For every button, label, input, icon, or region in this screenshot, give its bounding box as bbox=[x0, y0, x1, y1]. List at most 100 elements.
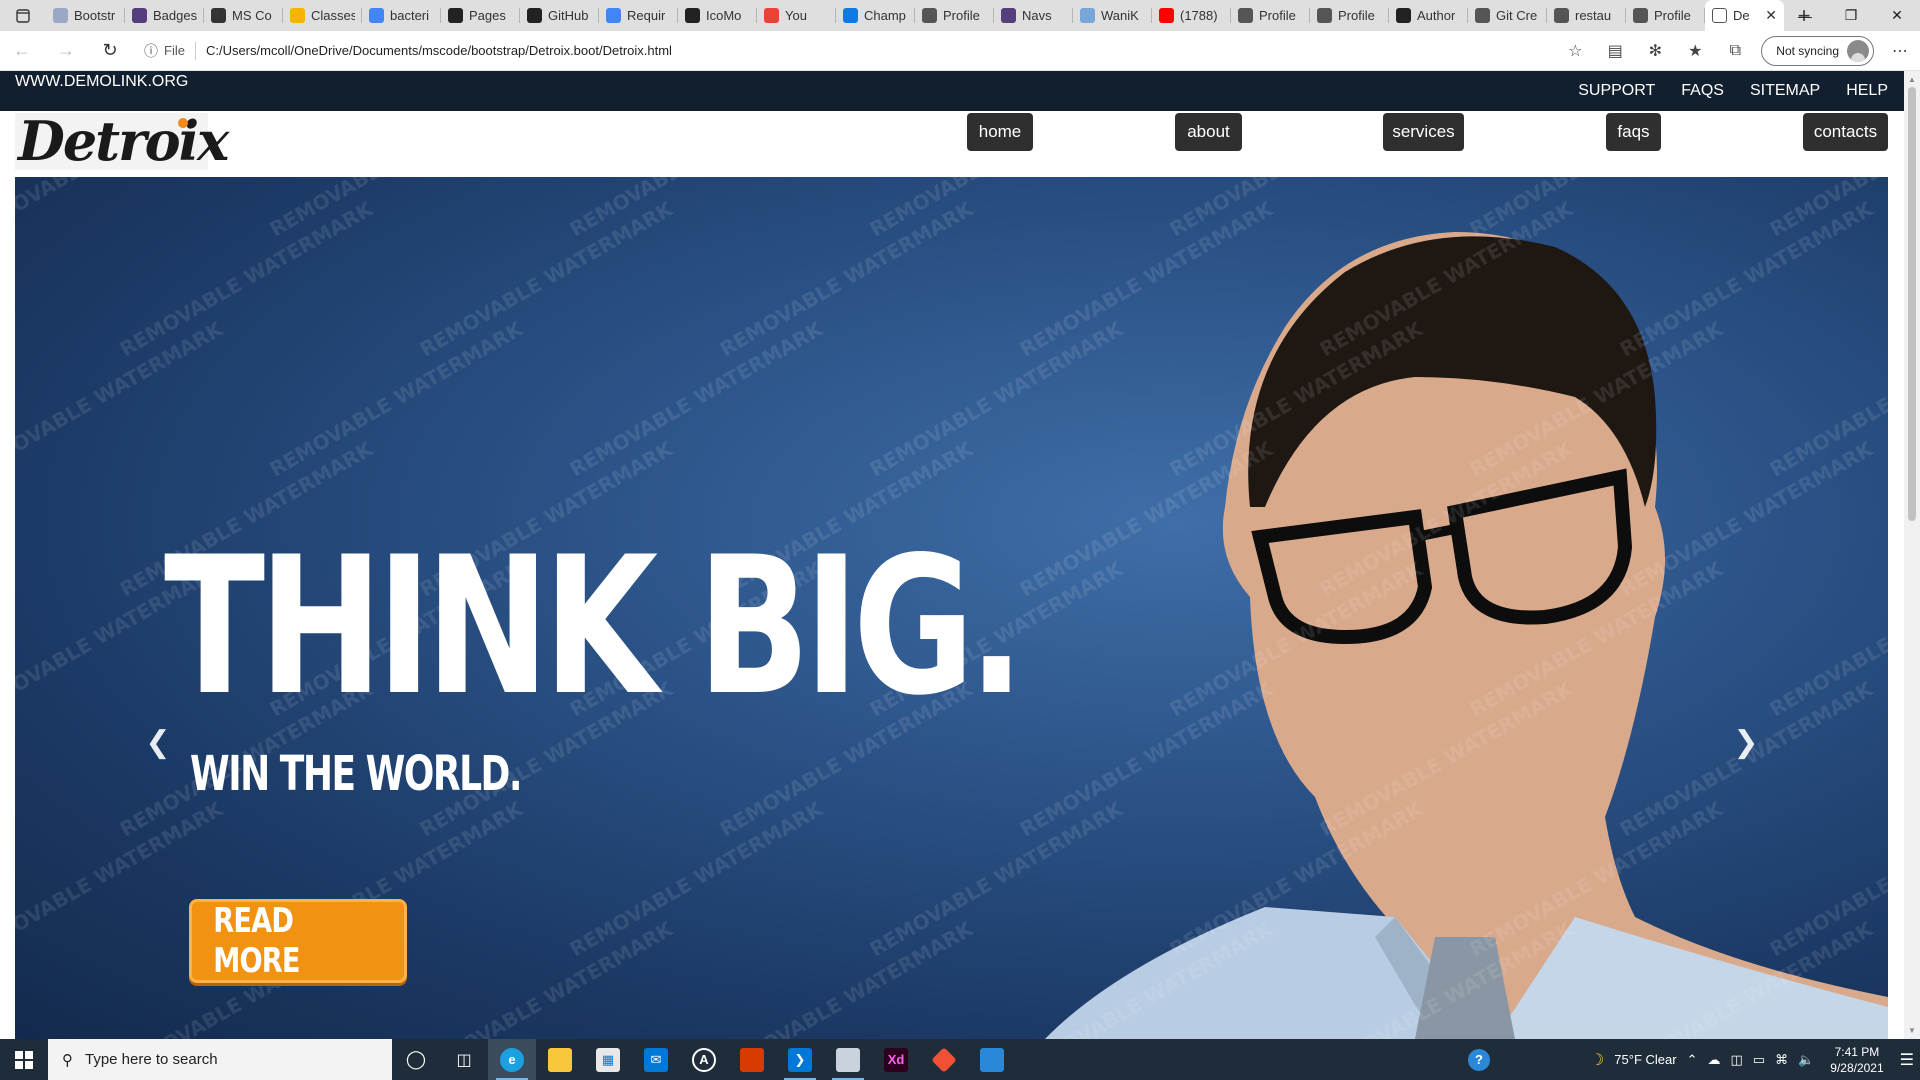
minimize-button[interactable]: — bbox=[1782, 0, 1828, 31]
search-icon: ⚲ bbox=[62, 1051, 73, 1069]
read-more-button[interactable]: READ MORE bbox=[189, 899, 407, 983]
photos-button[interactable] bbox=[824, 1039, 872, 1080]
github-icon bbox=[448, 8, 463, 23]
watermark-text: REMOVABLE WATERMARK bbox=[1616, 196, 1878, 361]
info-icon[interactable]: ⓘ bbox=[138, 41, 164, 61]
nav-faqs[interactable]: faqs bbox=[1606, 113, 1661, 151]
site-logo[interactable]: Detroix bbox=[15, 113, 229, 170]
page-scrollbar[interactable]: ▲ ▼ bbox=[1904, 71, 1920, 1039]
browser-tab[interactable]: GitHub bbox=[520, 0, 599, 31]
start-button[interactable] bbox=[0, 1039, 48, 1080]
browser-tab[interactable]: Profile bbox=[1626, 0, 1705, 31]
wifi-icon[interactable]: ⌘ bbox=[1775, 1052, 1788, 1068]
app-window-button[interactable] bbox=[968, 1039, 1016, 1080]
topbar-link-sitemap[interactable]: SITEMAP bbox=[1750, 82, 1820, 100]
browser-tab[interactable]: WaniK bbox=[1073, 0, 1152, 31]
store-button[interactable]: ▦ bbox=[584, 1039, 632, 1080]
file-explorer-button[interactable] bbox=[536, 1039, 584, 1080]
volume-icon[interactable]: 🔈 bbox=[1798, 1052, 1814, 1068]
browser-tab[interactable]: Profile bbox=[1231, 0, 1310, 31]
weather-text[interactable]: 75°F Clear bbox=[1614, 1052, 1676, 1067]
office-button[interactable] bbox=[728, 1039, 776, 1080]
topbar-link-help[interactable]: HELP bbox=[1846, 82, 1888, 100]
browser-tab[interactable]: Pages bbox=[441, 0, 520, 31]
browser-tab[interactable]: Author bbox=[1389, 0, 1468, 31]
task-view-button[interactable]: ◫ bbox=[440, 1039, 488, 1080]
carousel-prev-button[interactable]: ❮ bbox=[141, 725, 175, 759]
nav-contacts[interactable]: contacts bbox=[1803, 113, 1888, 151]
scrollbar-thumb[interactable] bbox=[1908, 87, 1916, 521]
settings-more-button[interactable]: ⋯ bbox=[1880, 31, 1920, 71]
logo-text: Detroix bbox=[18, 109, 229, 173]
browser-tab[interactable]: Requir bbox=[599, 0, 678, 31]
device-icon[interactable]: ◫ bbox=[1730, 1052, 1742, 1068]
scroll-down-icon[interactable]: ▼ bbox=[1908, 1026, 1916, 1035]
scroll-up-icon[interactable]: ▲ bbox=[1908, 75, 1916, 84]
chevron-up-icon[interactable]: ⌃ bbox=[1687, 1052, 1698, 1068]
close-tab-icon[interactable]: ✕ bbox=[1765, 7, 1777, 24]
help-icon[interactable]: ? bbox=[1467, 1048, 1490, 1071]
topbar-link-faqs[interactable]: FAQS bbox=[1681, 82, 1724, 100]
browser-tab[interactable]: Profile bbox=[915, 0, 994, 31]
vscode-button[interactable]: ❯ bbox=[776, 1039, 824, 1080]
bing-icon bbox=[843, 8, 858, 23]
battery-icon[interactable]: ▭ bbox=[1753, 1052, 1765, 1068]
edge-taskbar-button[interactable]: e bbox=[488, 1039, 536, 1080]
taskbar-search[interactable]: ⚲ Type here to search bbox=[48, 1039, 392, 1080]
favorites-button[interactable]: ★ bbox=[1675, 31, 1715, 71]
git-button[interactable] bbox=[920, 1039, 968, 1080]
browser-tab[interactable]: IcoMo bbox=[678, 0, 757, 31]
profile-sync-button[interactable]: Not syncing bbox=[1761, 36, 1874, 66]
nav-about[interactable]: about bbox=[1175, 113, 1242, 151]
logo-dot bbox=[178, 118, 188, 128]
collections-button[interactable]: ⧉ bbox=[1715, 31, 1755, 71]
onedrive-icon[interactable]: ☁ bbox=[1707, 1052, 1720, 1068]
tab-title: (1788) bbox=[1180, 8, 1218, 23]
add-favorite-button[interactable]: ☆ bbox=[1555, 31, 1595, 71]
back-button[interactable]: ← bbox=[0, 31, 44, 71]
mail-button[interactable]: ✉ bbox=[632, 1039, 680, 1080]
file-icon bbox=[1238, 8, 1253, 23]
tab-actions-button[interactable] bbox=[0, 0, 46, 31]
restore-button[interactable]: ❐ bbox=[1828, 0, 1874, 31]
web-icon bbox=[53, 8, 68, 23]
url-divider bbox=[194, 41, 196, 60]
nav-home[interactable]: home bbox=[967, 113, 1033, 151]
steam-button[interactable]: A bbox=[680, 1039, 728, 1080]
browser-tab[interactable]: MS Co bbox=[204, 0, 283, 31]
nav-services[interactable]: services bbox=[1383, 113, 1464, 151]
system-tray: ? ☽ 75°F Clear ⌃ ☁ ◫ ▭ ⌘ 🔈 7:41 PM 9/28/… bbox=[1467, 1039, 1920, 1080]
forward-button[interactable]: → bbox=[44, 31, 88, 71]
tab-title: De bbox=[1733, 8, 1750, 23]
refresh-button[interactable]: ↻ bbox=[88, 31, 132, 71]
browser-tab[interactable]: Badges bbox=[125, 0, 204, 31]
browser-tab[interactable]: Bootstr bbox=[46, 0, 125, 31]
browser-tab[interactable]: Git Cre bbox=[1468, 0, 1547, 31]
clock[interactable]: 7:41 PM 9/28/2021 bbox=[1830, 1044, 1883, 1076]
carousel-next-button[interactable]: ❯ bbox=[1729, 725, 1763, 759]
browser-tab-active[interactable]: De ✕ bbox=[1705, 0, 1784, 31]
topbar-link-support[interactable]: SUPPORT bbox=[1578, 82, 1655, 100]
adobe-xd-button[interactable]: Xd bbox=[872, 1039, 920, 1080]
url-field[interactable]: ⓘ File C:/Users/mcoll/OneDrive/Documents… bbox=[138, 35, 1518, 67]
browser-tab[interactable]: Navs bbox=[994, 0, 1073, 31]
notifications-icon[interactable]: ☰ bbox=[1900, 1050, 1914, 1070]
browser-tab[interactable]: (1788) bbox=[1152, 0, 1231, 31]
browser-tab[interactable]: bacteri bbox=[362, 0, 441, 31]
close-window-button[interactable]: ✕ bbox=[1874, 0, 1920, 31]
immersive-reader-button[interactable]: ▤ bbox=[1595, 31, 1635, 71]
favorites-icon: ★ bbox=[1688, 43, 1703, 60]
extensions-button[interactable]: ✻ bbox=[1635, 31, 1675, 71]
browser-tab[interactable]: restau bbox=[1547, 0, 1626, 31]
read-more-label: READ MORE bbox=[213, 901, 300, 981]
browser-tab[interactable]: You bbox=[757, 0, 836, 31]
cortana-button[interactable]: ◯ bbox=[392, 1039, 440, 1080]
browser-tab[interactable]: Champ bbox=[836, 0, 915, 31]
browser-tab[interactable]: Classes bbox=[283, 0, 362, 31]
browser-tab[interactable]: Profile bbox=[1310, 0, 1389, 31]
tab-actions-icon bbox=[16, 8, 30, 23]
file-icon bbox=[1554, 8, 1569, 23]
edge-icon: e bbox=[500, 1047, 524, 1072]
window-controls: — ❐ ✕ bbox=[1782, 0, 1920, 31]
address-bar: ← → ↻ ⓘ File C:/Users/mcoll/OneDrive/Doc… bbox=[0, 31, 1920, 71]
